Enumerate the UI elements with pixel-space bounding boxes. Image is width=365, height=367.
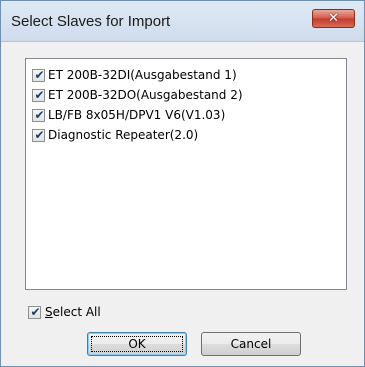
ok-button[interactable]: OK (87, 332, 187, 356)
item-label: Diagnostic Repeater(2.0) (48, 128, 199, 142)
item-checkbox[interactable]: ✔ (32, 87, 45, 102)
check-icon: ✔ (34, 87, 45, 102)
item-label: ET 200B-32DI(Ausgabestand 1) (48, 68, 237, 82)
select-slaves-dialog: Select Slaves for Import ✕ ✔ ET 200B-32D… (0, 0, 365, 367)
item-label: LB/FB 8x05H/DPV1 V6(V1.03) (48, 108, 226, 122)
check-icon: ✔ (34, 67, 45, 82)
item-checkbox[interactable]: ✔ (32, 127, 45, 142)
cancel-button-label: Cancel (230, 337, 272, 351)
close-button[interactable]: ✕ (312, 9, 355, 28)
list-item[interactable]: ✔ ET 200B-32DO(Ausgabestand 2) (32, 85, 337, 105)
cancel-button[interactable]: Cancel (201, 332, 301, 356)
item-checkbox[interactable]: ✔ (32, 107, 45, 122)
item-checkbox[interactable]: ✔ (32, 67, 45, 82)
slaves-listbox[interactable]: ✔ ET 200B-32DI(Ausgabestand 1) ✔ ET 200B… (25, 58, 347, 290)
check-icon: ✔ (30, 304, 41, 319)
dialog-title: Select Slaves for Import (11, 13, 171, 30)
select-all-label-rest: elect All (52, 305, 101, 319)
list-item[interactable]: ✔ ET 200B-32DI(Ausgabestand 1) (32, 65, 337, 85)
mnemonic-letter: S (45, 305, 53, 319)
check-icon: ✔ (34, 127, 45, 142)
dialog-body: ✔ ET 200B-32DI(Ausgabestand 1) ✔ ET 200B… (5, 42, 360, 362)
list-item[interactable]: ✔ Diagnostic Repeater(2.0) (32, 125, 337, 145)
select-all-label: Select All (45, 305, 101, 319)
close-icon: ✕ (328, 11, 339, 26)
title-bar[interactable]: Select Slaves for Import ✕ (1, 1, 364, 42)
focus-rect (91, 336, 183, 352)
list-item[interactable]: ✔ LB/FB 8x05H/DPV1 V6(V1.03) (32, 105, 337, 125)
item-label: ET 200B-32DO(Ausgabestand 2) (48, 88, 243, 102)
select-all-box[interactable]: ✔ (28, 304, 41, 319)
check-icon: ✔ (34, 107, 45, 122)
select-all-checkbox[interactable]: ✔ Select All (28, 304, 101, 320)
